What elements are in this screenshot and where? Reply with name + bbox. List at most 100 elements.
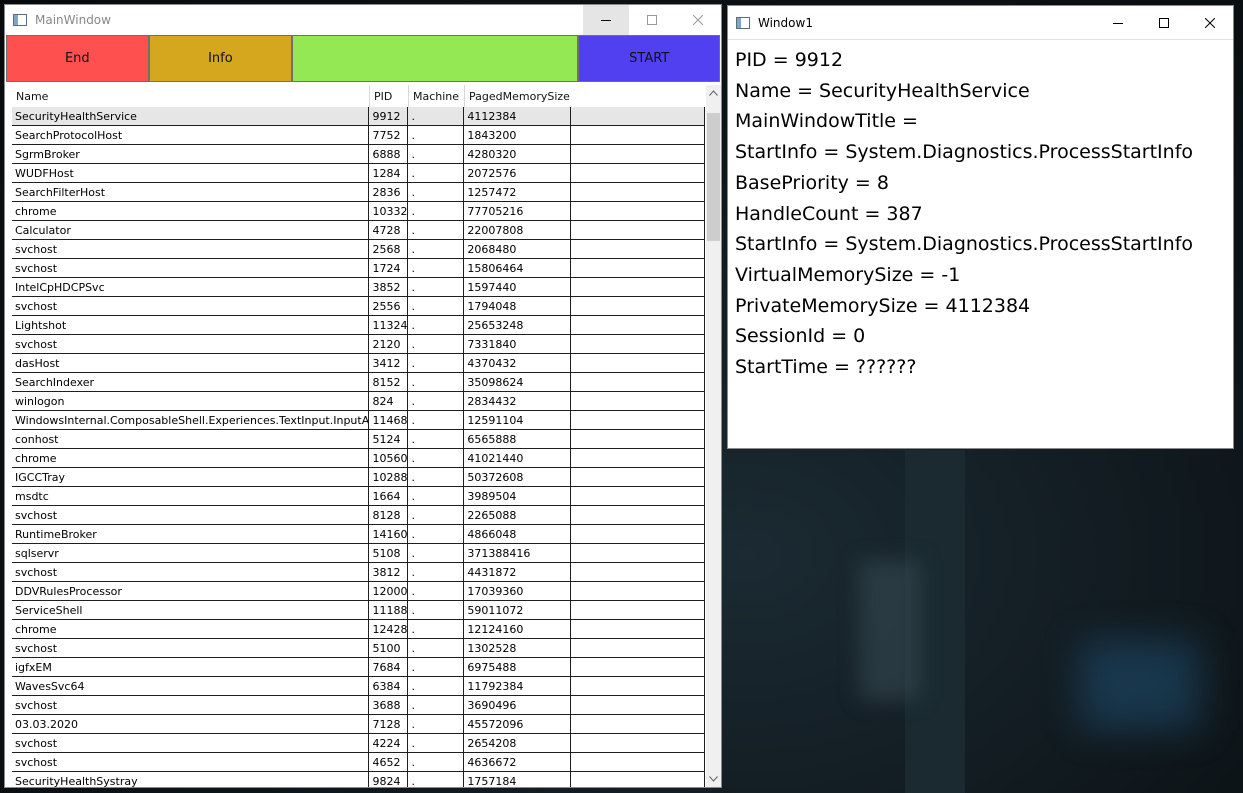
- close-button[interactable]: [675, 5, 721, 35]
- cell-name: igfxEM: [12, 658, 370, 676]
- window-app-icon: [736, 16, 750, 29]
- cell-pid: 10560: [369, 449, 409, 467]
- table-row[interactable]: chrome 12428. 12124160: [12, 620, 705, 639]
- column-header-pid[interactable]: PID: [370, 85, 409, 107]
- cell-paged-memory-size: 7331840: [464, 335, 572, 353]
- table-row[interactable]: Calculator 4728. 22007808: [12, 221, 705, 240]
- table-row[interactable]: winlogon 824. 2834432: [12, 392, 705, 411]
- cell-filler: [571, 772, 705, 787]
- cell-pid: 1284: [369, 164, 409, 182]
- table-row[interactable]: SearchFilterHost 2836. 1257472: [12, 183, 705, 202]
- table-row[interactable]: svchost 2556. 1794048: [12, 297, 705, 316]
- table-row[interactable]: Lightshot 11324. 25653248: [12, 316, 705, 335]
- column-header-name[interactable]: Name: [12, 85, 370, 107]
- table-row[interactable]: dasHost 3412. 4370432: [12, 354, 705, 373]
- cell-name: IGCCTray: [12, 468, 370, 486]
- table-row[interactable]: IntelCpHDCPSvc 3852. 1597440: [12, 278, 705, 297]
- cell-name: chrome: [12, 449, 370, 467]
- info-button[interactable]: Info: [148, 35, 293, 82]
- table-row[interactable]: ServiceShell 11188. 59011072: [12, 601, 705, 620]
- table-row[interactable]: DDVRulesProcessor 12000. 17039360: [12, 582, 705, 601]
- cell-filler: [571, 753, 705, 771]
- cell-pid: 11324: [369, 316, 409, 334]
- cell-paged-memory-size: 4112384: [464, 107, 572, 125]
- cell-machine: .: [408, 145, 465, 163]
- info-line: SessionId = 0: [735, 325, 866, 348]
- table-row[interactable]: svchost 2120. 7331840: [12, 335, 705, 354]
- minimize-button[interactable]: [1095, 6, 1141, 39]
- chevron-up-icon: [709, 90, 718, 96]
- cell-pid: 7128: [369, 715, 409, 733]
- cell-pid: 14160: [369, 525, 409, 543]
- column-header-machine[interactable]: Machine: [409, 85, 465, 107]
- end-button[interactable]: End: [6, 35, 149, 82]
- table-row[interactable]: conhost 5124. 6565888: [12, 430, 705, 449]
- cell-pid: 6888: [369, 145, 409, 163]
- blank-button[interactable]: [292, 35, 579, 82]
- cell-pid: 2836: [369, 183, 409, 201]
- table-row[interactable]: svchost 4652. 4636672: [12, 753, 705, 772]
- table-row[interactable]: chrome 10332. 77705216: [12, 202, 705, 221]
- table-row[interactable]: WindowsInternal.ComposableShell.Experien…: [12, 411, 705, 430]
- cell-machine: .: [408, 202, 465, 220]
- cell-filler: [571, 240, 705, 258]
- cell-paged-memory-size: 1757184: [464, 772, 572, 787]
- cell-filler: [571, 373, 705, 391]
- table-row[interactable]: SgrmBroker 6888. 4280320: [12, 145, 705, 164]
- cell-paged-memory-size: 17039360: [464, 582, 572, 600]
- column-header-paged-memory-size[interactable]: PagedMemorySize: [465, 85, 572, 107]
- table-row[interactable]: svchost 1724. 15806464: [12, 259, 705, 278]
- scrollbar-thumb[interactable]: [707, 113, 720, 241]
- table-row[interactable]: WavesSvc64 6384. 11792384: [12, 677, 705, 696]
- cell-name: svchost: [12, 506, 370, 524]
- main-window-titlebar[interactable]: MainWindow: [5, 5, 721, 35]
- cell-machine: .: [408, 563, 465, 581]
- cell-machine: .: [408, 525, 465, 543]
- minimize-button[interactable]: [583, 5, 629, 35]
- cell-name: conhost: [12, 430, 370, 448]
- vertical-scrollbar[interactable]: [706, 85, 721, 787]
- cell-paged-memory-size: 3989504: [464, 487, 572, 505]
- cell-machine: .: [408, 411, 465, 429]
- cell-name: IntelCpHDCPSvc: [12, 278, 370, 296]
- table-row[interactable]: WUDFHost 1284. 2072576: [12, 164, 705, 183]
- info-line: BasePriority = 8: [735, 171, 889, 194]
- table-row[interactable]: svchost 3812. 4431872: [12, 563, 705, 582]
- info-line: StartInfo = System.Diagnostics.ProcessSt…: [735, 233, 1194, 256]
- table-row[interactable]: SearchIndexer 8152. 35098624: [12, 373, 705, 392]
- table-row[interactable]: svchost 5100. 1302528: [12, 639, 705, 658]
- table-row[interactable]: svchost 4224. 2654208: [12, 734, 705, 753]
- table-row[interactable]: SecurityHealthSystray 9824. 1757184: [12, 772, 705, 787]
- scroll-down-button[interactable]: [706, 771, 721, 787]
- cell-paged-memory-size: 1597440: [464, 278, 572, 296]
- info-window-titlebar[interactable]: Window1: [728, 6, 1233, 39]
- table-row[interactable]: chrome 10560. 41021440: [12, 449, 705, 468]
- table-row[interactable]: SearchProtocolHost 7752. 1843200: [12, 126, 705, 145]
- table-row[interactable]: RuntimeBroker 14160. 4866048: [12, 525, 705, 544]
- cell-pid: 4728: [369, 221, 409, 239]
- table-row[interactable]: svchost 8128. 2265088: [12, 506, 705, 525]
- scroll-up-button[interactable]: [706, 85, 721, 101]
- info-line: StartInfo = System.Diagnostics.ProcessSt…: [735, 141, 1194, 164]
- table-row[interactable]: IGCCTray 10288. 50372608: [12, 468, 705, 487]
- maximize-button[interactable]: [1141, 6, 1187, 39]
- table-row[interactable]: igfxEM 7684. 6975488: [12, 658, 705, 677]
- cell-name: svchost: [12, 297, 370, 315]
- cell-pid: 8152: [369, 373, 409, 391]
- table-row[interactable]: 03.03.2020 7128. 45572096: [12, 715, 705, 734]
- cell-filler: [571, 658, 705, 676]
- cell-name: msdtc: [12, 487, 370, 505]
- cell-machine: .: [408, 544, 465, 562]
- table-row[interactable]: svchost 2568. 2068480: [12, 240, 705, 259]
- table-row[interactable]: msdtc 1664. 3989504: [12, 487, 705, 506]
- cell-paged-memory-size: 1794048: [464, 297, 572, 315]
- maximize-button[interactable]: [629, 5, 675, 35]
- cell-filler: [571, 563, 705, 581]
- cell-machine: .: [408, 259, 465, 277]
- process-grid: Name PID Machine PagedMemorySize Securit…: [6, 85, 721, 787]
- table-row[interactable]: sqlservr 5108. 371388416: [12, 544, 705, 563]
- table-row[interactable]: svchost 3688. 3690496: [12, 696, 705, 715]
- start-button[interactable]: START: [578, 35, 720, 82]
- close-button[interactable]: [1187, 6, 1233, 39]
- table-row[interactable]: SecurityHealthService 9912. 4112384: [12, 107, 705, 126]
